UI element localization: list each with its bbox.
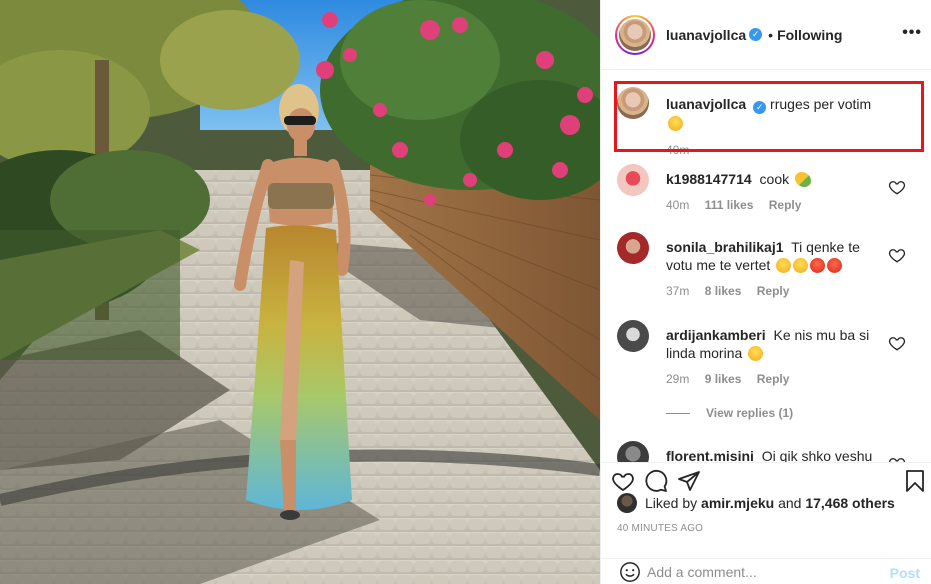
comment-avatar[interactable] <box>617 164 649 196</box>
share-paper-plane-icon[interactable] <box>677 469 701 493</box>
reply-button[interactable]: Reply <box>769 198 802 212</box>
comment-avatar[interactable] <box>617 441 649 462</box>
post-photo[interactable] <box>0 0 600 584</box>
comment-item: florent.misini Oi qik shko veshu <box>601 433 931 462</box>
separator-dot: • <box>768 26 774 43</box>
comment-time[interactable]: 37m <box>666 284 689 298</box>
view-replies-label[interactable]: View replies (1) <box>706 406 793 420</box>
comment-item: k1988147714 cook 40m 111 likes Reply <box>601 156 931 222</box>
post-actions: Liked by amir.mjeku and 17,468 others 40… <box>601 462 931 584</box>
comments-list[interactable]: luanavjollca ✓ rruges per votim 40m k1988… <box>601 71 931 462</box>
rofl-emoji-icon <box>776 258 792 273</box>
add-comment-bar: Post <box>601 558 931 584</box>
comment-avatar[interactable] <box>617 320 649 352</box>
like-comment-heart-icon[interactable] <box>888 246 906 264</box>
add-comment-input[interactable] <box>647 564 877 580</box>
save-bookmark-icon[interactable] <box>904 469 926 493</box>
comment-bubble-icon[interactable] <box>644 469 668 493</box>
likes-summary: Liked by amir.mjeku and 17,468 others <box>617 493 895 513</box>
liker-avatar[interactable] <box>617 493 637 513</box>
liker-username[interactable]: amir.mjeku <box>701 495 774 511</box>
comment-avatar[interactable] <box>617 232 649 264</box>
comment-likes[interactable]: 111 likes <box>705 198 754 212</box>
emoji-picker-icon[interactable] <box>619 561 641 583</box>
liked-by-prefix: Liked by <box>645 495 698 511</box>
reply-button[interactable]: Reply <box>757 284 790 298</box>
author-username[interactable]: luanavjollca <box>666 27 746 43</box>
replies-divider <box>666 412 690 414</box>
comment-username[interactable]: k1988147714 <box>666 171 752 187</box>
following-button[interactable]: Following <box>777 27 842 43</box>
comment-item: sonila_brahilikaj1 Ti qenke te votu me t… <box>601 224 931 312</box>
comment-text: Oi qik shko veshu <box>761 448 873 462</box>
post-header: luanavjollca ✓ • Following ••• <box>601 0 931 70</box>
post-comment-button[interactable]: Post <box>890 565 920 581</box>
comment-username[interactable]: florent.misini <box>666 448 754 462</box>
view-replies-button[interactable]: View replies (1) <box>666 406 793 420</box>
like-heart-icon[interactable] <box>611 469 635 493</box>
likes-connector: and <box>778 495 802 511</box>
highlight-box <box>614 81 924 152</box>
more-options-icon[interactable]: ••• <box>902 24 922 42</box>
author-avatar[interactable] <box>615 14 655 55</box>
comment-text: cook <box>759 171 790 187</box>
verified-icon: ✓ <box>749 28 763 41</box>
angry-emoji-icon <box>827 258 843 273</box>
angry-emoji-icon <box>810 258 826 273</box>
like-comment-heart-icon[interactable] <box>888 178 906 196</box>
comment-likes[interactable]: 8 likes <box>705 284 742 298</box>
comment-time[interactable]: 29m <box>666 372 689 386</box>
post-time-ago[interactable]: 40 MINUTES AGO <box>617 523 703 534</box>
reply-button[interactable]: Reply <box>757 372 790 386</box>
comment-time[interactable]: 40m <box>666 198 689 212</box>
comment-likes[interactable]: 9 likes <box>705 372 742 386</box>
comment-username[interactable]: ardijankamberi <box>666 327 766 343</box>
comment-username[interactable]: sonila_brahilikaj1 <box>666 239 784 255</box>
rofl-emoji-icon <box>748 346 764 361</box>
corn-emoji-icon <box>795 172 812 187</box>
likes-others-link[interactable]: 17,468 others <box>805 495 895 511</box>
photo-image <box>0 0 600 584</box>
comment-item: ardijankamberi Ke nis mu ba si linda mor… <box>601 312 931 432</box>
like-comment-heart-icon[interactable] <box>888 334 906 352</box>
post-side-panel: luanavjollca ✓ • Following ••• luanavjol… <box>600 0 931 584</box>
like-comment-heart-icon[interactable] <box>888 455 906 462</box>
rofl-emoji-icon <box>793 258 809 273</box>
